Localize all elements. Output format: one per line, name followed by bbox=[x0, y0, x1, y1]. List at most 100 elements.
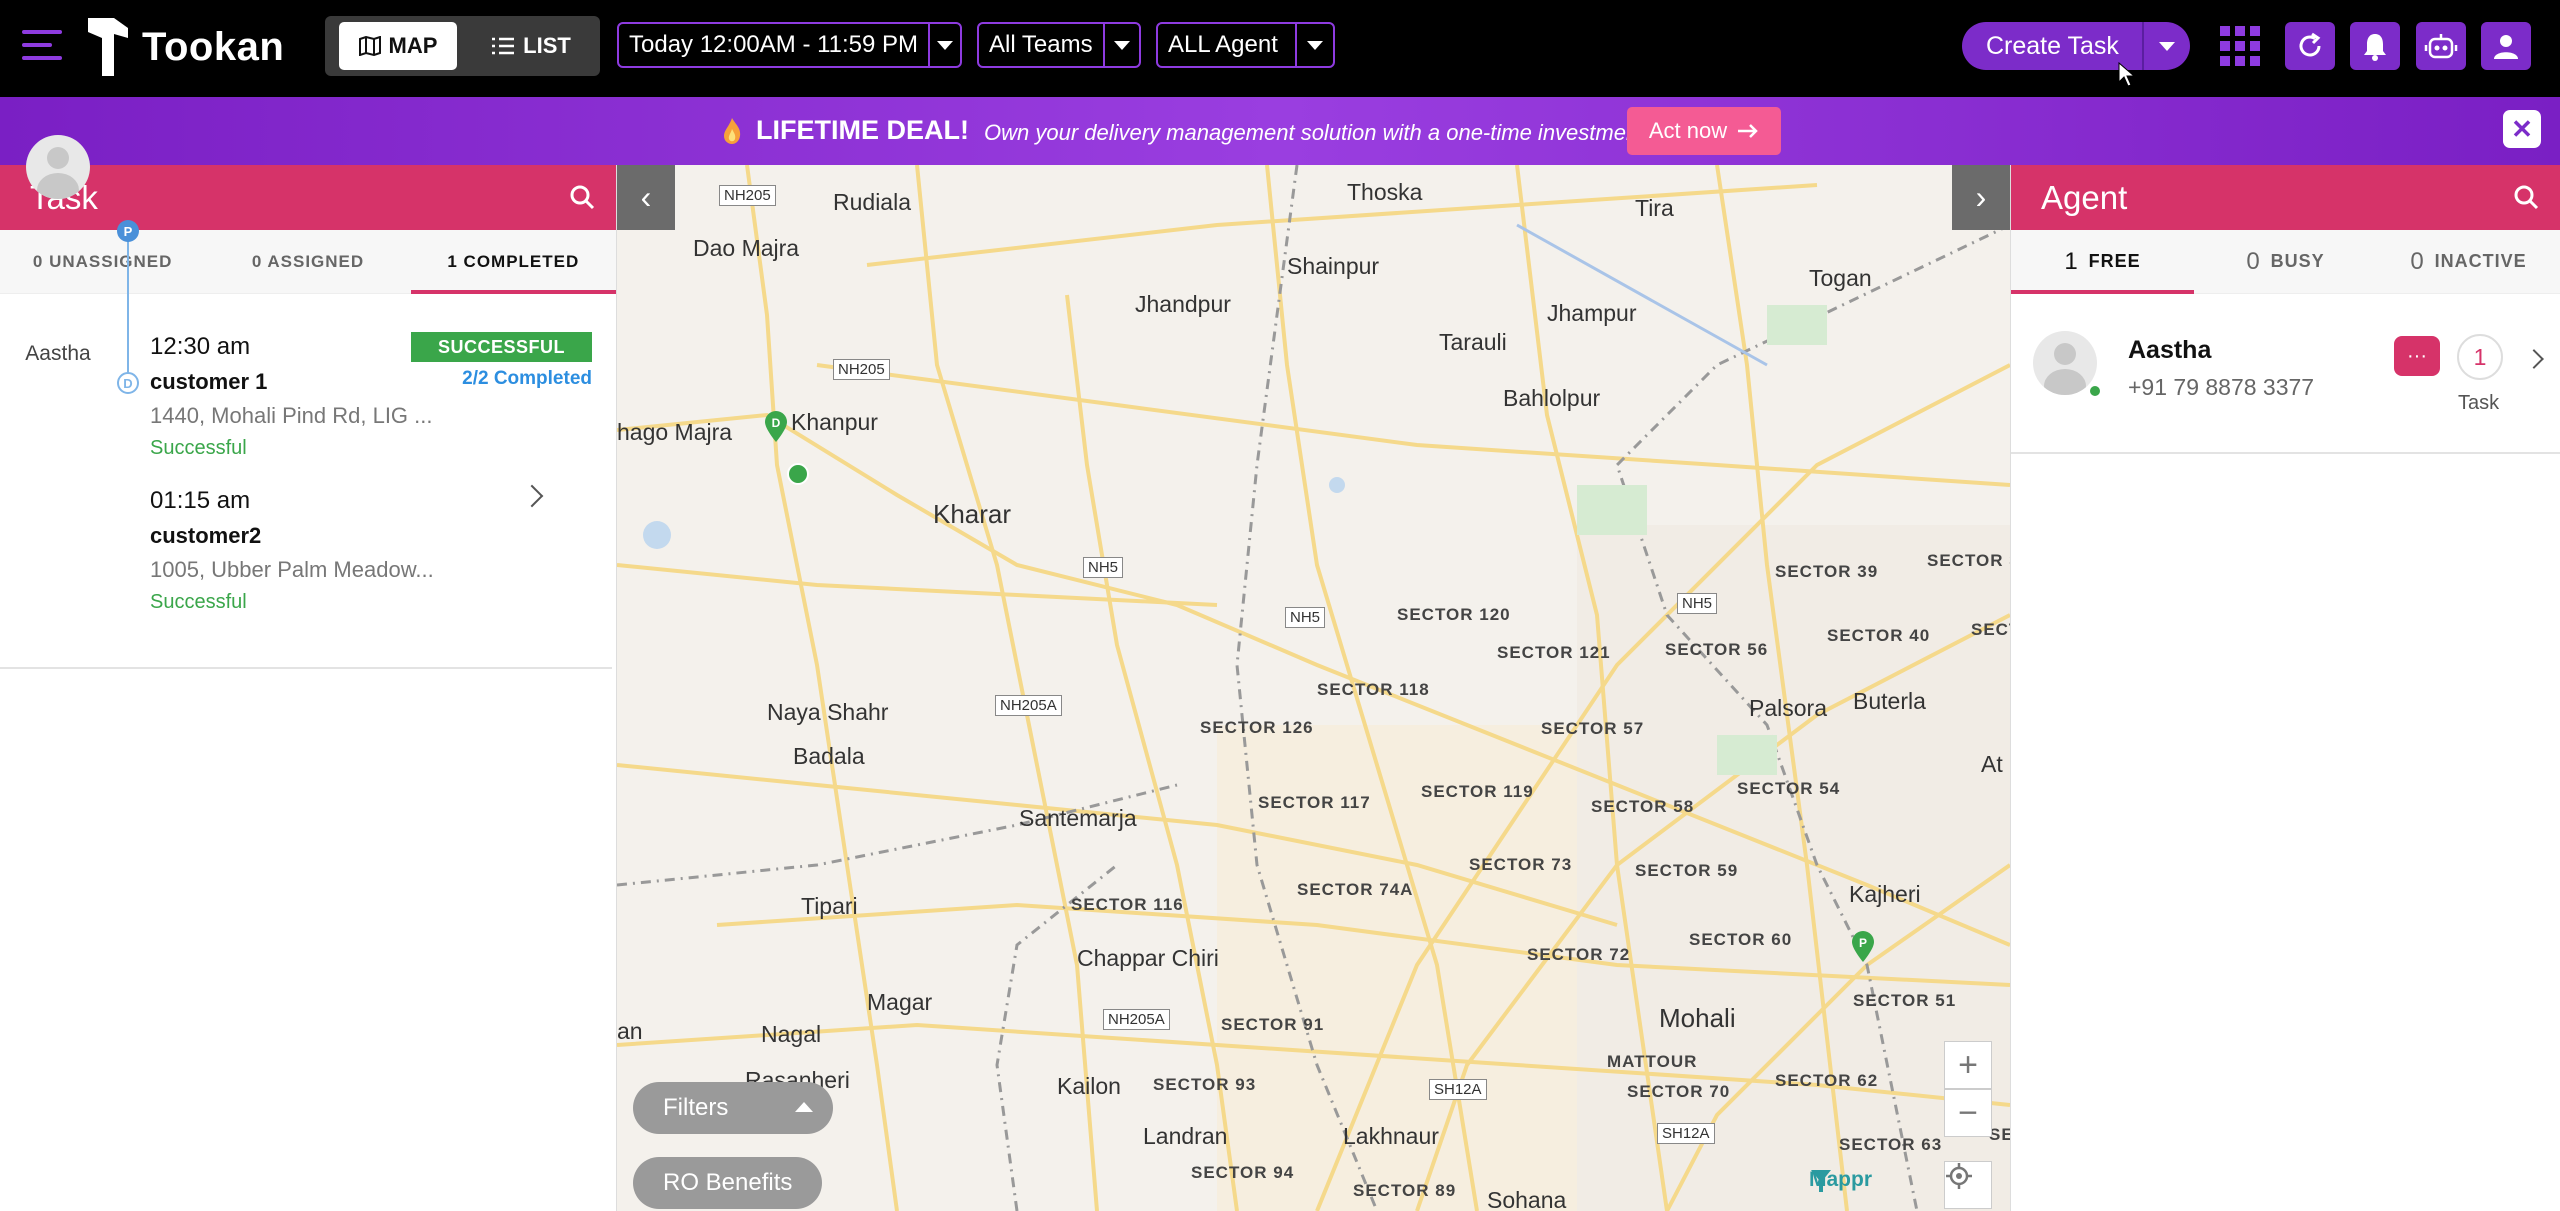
map-sector-label: SE bbox=[1989, 1125, 2010, 1144]
team-filter-label: All Teams bbox=[989, 31, 1093, 58]
pickup-address: 1440, Mohali Pind Rd, LIG ... bbox=[150, 403, 433, 428]
search-icon[interactable] bbox=[2512, 183, 2540, 211]
divider bbox=[0, 667, 612, 669]
zoom-in-button[interactable]: + bbox=[1944, 1041, 1992, 1089]
pickup-stop[interactable]: 12:30 am customer 1 1440, Mohali Pind Rd… bbox=[150, 333, 433, 460]
delivery-status: Successful bbox=[150, 591, 247, 613]
chat-icon[interactable]: ··· bbox=[2394, 336, 2440, 376]
map-place-label: At bbox=[1981, 751, 2003, 777]
delivery-pin-icon[interactable]: D bbox=[763, 411, 789, 443]
map-place-label: Togan bbox=[1809, 265, 1872, 291]
chevron-right-icon[interactable] bbox=[2524, 349, 2544, 369]
zoom-out-button[interactable]: − bbox=[1944, 1089, 1992, 1137]
map-place-label: Lakhnaur bbox=[1343, 1123, 1439, 1149]
map-sector-label: SECTOR 74A bbox=[1297, 880, 1414, 899]
map-place-label: Jhampur bbox=[1547, 300, 1637, 326]
map-sector-label: SECTOR 51 bbox=[1853, 991, 1957, 1010]
highway-shield: NH5 bbox=[1285, 607, 1326, 628]
avatar bbox=[26, 135, 90, 199]
map-sector-label: SECTOR 3 bbox=[1927, 551, 2010, 570]
online-status-indicator bbox=[2088, 384, 2102, 398]
map-sector-label: SECTOR 117 bbox=[1258, 793, 1371, 812]
close-icon[interactable]: ✕ bbox=[2503, 110, 2541, 148]
map-place-label: Tipari bbox=[801, 893, 858, 919]
notifications-button[interactable] bbox=[2350, 22, 2400, 70]
chevron-down-icon[interactable] bbox=[1102, 24, 1139, 66]
agent-panel: Agent 1 FREE 0 BUSY 0 INACTIVE Aastha +91 7… bbox=[2010, 165, 2560, 1211]
filters-button[interactable]: Filters bbox=[633, 1082, 833, 1134]
pickup-pin-icon[interactable]: P bbox=[1850, 931, 1876, 963]
inactive-count: 0 bbox=[2410, 247, 2425, 275]
agent-filter-dropdown[interactable]: ALL Agent bbox=[1156, 22, 1335, 68]
ro-benefits-button[interactable]: RO Benefits bbox=[633, 1157, 823, 1209]
status-badge: SUCCESSFUL bbox=[411, 332, 592, 362]
busy-count: 0 bbox=[2246, 247, 2261, 275]
collapse-right-button[interactable]: › bbox=[1952, 165, 2010, 230]
map-sector-label: SECTOR 39 bbox=[1775, 562, 1879, 581]
map-sector-label: MATTOUR bbox=[1607, 1052, 1698, 1071]
tab-inactive[interactable]: 0 INACTIVE bbox=[2377, 230, 2560, 293]
highway-shield: NH205 bbox=[833, 359, 890, 380]
map-place-label: Tira bbox=[1635, 195, 1674, 221]
busy-label: BUSY bbox=[2270, 251, 2325, 271]
map-sector-label: SECTOR 72 bbox=[1527, 945, 1631, 964]
highway-shield: NH5 bbox=[1677, 593, 1718, 614]
ro-benefits-label: RO Benefits bbox=[663, 1169, 793, 1196]
svg-text:P: P bbox=[1859, 936, 1867, 950]
tab-busy[interactable]: 0 BUSY bbox=[2194, 230, 2377, 293]
map-sector-label: SECTOR 116 bbox=[1071, 895, 1184, 914]
delivery-stop[interactable]: 01:15 am customer2 1005, Ubber Palm Mead… bbox=[150, 487, 434, 614]
mappr-logo-icon bbox=[1811, 1170, 1831, 1192]
map-place-label: Kharar bbox=[933, 499, 1012, 529]
agent-row[interactable]: Aastha +91 79 8878 3377 ··· 1 Task bbox=[2011, 294, 2560, 454]
tab-free[interactable]: 1 FREE bbox=[2011, 230, 2194, 294]
pickup-time: 12:30 am bbox=[150, 333, 251, 360]
task-timeline bbox=[127, 228, 129, 388]
apps-grid-icon[interactable] bbox=[2220, 26, 2262, 66]
map-sector-label: SECTOR 70 bbox=[1627, 1082, 1731, 1101]
locate-button[interactable] bbox=[1944, 1161, 1992, 1209]
map-sector-label: SECTOR 89 bbox=[1353, 1181, 1457, 1200]
highway-shield: SH12A bbox=[1657, 1123, 1715, 1144]
highway-shield: SH12A bbox=[1429, 1079, 1487, 1100]
create-task-dropdown[interactable] bbox=[2142, 22, 2190, 70]
task-card[interactable]: Aastha P D 12:30 am customer 1 1440, Moh… bbox=[0, 0, 617, 670]
highway-shield: NH5 bbox=[1083, 557, 1124, 578]
agent-name: Aastha bbox=[2128, 336, 2212, 364]
chevron-down-icon[interactable] bbox=[928, 24, 960, 66]
map-sector-label: SECTOR 58 bbox=[1591, 797, 1695, 816]
map-place-label: Landran bbox=[1143, 1123, 1228, 1149]
map-sector-label: SECTOR 121 bbox=[1497, 643, 1611, 662]
map-place-label: Bahlolpur bbox=[1503, 385, 1601, 411]
highway-shield: NH205A bbox=[1103, 1009, 1170, 1030]
map-sector-label: SECTOR 56 bbox=[1665, 640, 1769, 659]
mouse-cursor-icon bbox=[2118, 62, 2136, 87]
agent-task-count[interactable]: 1 bbox=[2457, 334, 2503, 380]
map-place-label: Santemarja bbox=[1019, 805, 1137, 831]
agent-location-marker[interactable] bbox=[787, 463, 809, 485]
completed-count: 2/2 Completed bbox=[462, 368, 592, 389]
chevron-right-icon[interactable] bbox=[520, 484, 544, 508]
map-sector-label: SECTOR 126 bbox=[1200, 718, 1314, 737]
delivery-marker-icon: D bbox=[117, 372, 139, 394]
map-place-label: Dao Majra bbox=[693, 235, 800, 261]
create-task-button[interactable]: Create Task bbox=[1962, 22, 2190, 70]
bot-icon bbox=[2424, 34, 2458, 59]
map-view[interactable]: Rudiala Dao Majra Thoska Tira Shainpur J… bbox=[617, 165, 2010, 1211]
refresh-button[interactable] bbox=[2285, 22, 2335, 70]
delivery-address: 1005, Ubber Palm Meadow... bbox=[150, 557, 434, 582]
map-sector-label: SECTOR 118 bbox=[1317, 680, 1430, 699]
assistant-button[interactable] bbox=[2416, 22, 2466, 70]
collapse-left-button[interactable]: ‹ bbox=[617, 165, 675, 230]
map-sector-label: SECTOR 119 bbox=[1421, 782, 1534, 801]
date-filter-dropdown[interactable]: Today 12:00AM - 11:59 PM bbox=[617, 22, 962, 68]
profile-button[interactable] bbox=[2481, 22, 2531, 70]
map-place-label: Palsora bbox=[1749, 695, 1827, 721]
arrow-right-icon bbox=[1738, 124, 1758, 138]
team-filter-dropdown[interactable]: All Teams bbox=[977, 22, 1141, 68]
map-sector-label: SECTOR 120 bbox=[1397, 605, 1511, 624]
act-now-button[interactable]: Act now bbox=[1627, 107, 1781, 155]
create-task-label: Create Task bbox=[1986, 31, 2119, 60]
chevron-left-icon: ‹ bbox=[640, 179, 652, 215]
chevron-down-icon[interactable] bbox=[1295, 24, 1333, 66]
